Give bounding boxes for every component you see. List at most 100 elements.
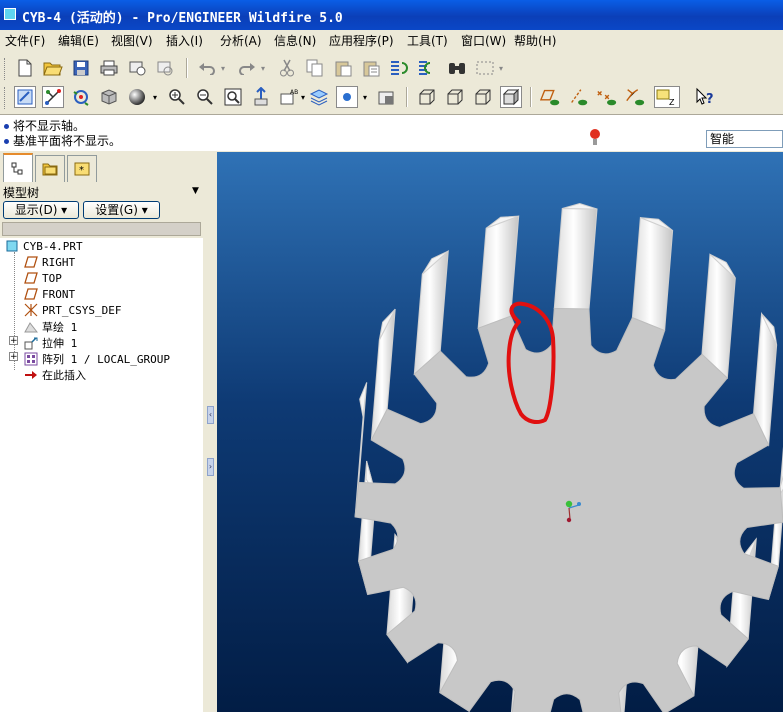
tree-item-label: RIGHT	[42, 255, 76, 269]
csys-display-icon[interactable]	[624, 86, 646, 108]
settings-button[interactable]: 设置(G) ▾	[83, 201, 160, 219]
gear-model	[354, 202, 783, 712]
svg-text:*: *	[79, 165, 84, 176]
tree-item-part[interactable]: CYB-4.PRT	[5, 239, 83, 253]
menu-window[interactable]: 窗口(W)	[461, 32, 506, 49]
display-style-icon[interactable]	[376, 86, 398, 108]
selection-dropdown-icon[interactable]: ▾	[496, 57, 506, 79]
paste-special-icon[interactable]	[360, 57, 382, 79]
paste-icon[interactable]	[332, 57, 354, 79]
model-tree-icon	[11, 162, 23, 174]
menu-edit[interactable]: 编辑(E)	[58, 32, 99, 49]
saved-views-icon[interactable]	[98, 86, 120, 108]
tree-item-insert-here[interactable]: 在此插入	[24, 367, 86, 383]
standard-toolbar: ▾ ▾ ▾	[0, 54, 783, 84]
send-email-icon[interactable]	[126, 57, 148, 79]
menu-info[interactable]: 信息(N)	[274, 32, 316, 49]
tree-item-top[interactable]: TOP	[24, 271, 62, 285]
refit-icon[interactable]	[222, 86, 244, 108]
datum-display-dropdown-icon[interactable]: ▾	[360, 86, 370, 108]
csys-icon	[24, 303, 38, 317]
redo-dropdown-icon[interactable]: ▾	[258, 57, 268, 79]
layers-display-icon[interactable]: AB	[278, 86, 300, 108]
selection-box-icon[interactable]	[474, 57, 496, 79]
menu-applications[interactable]: 应用程序(P)	[329, 32, 394, 49]
expand-toggle[interactable]: +	[9, 352, 18, 362]
model-tree-title: 模型树	[3, 186, 40, 200]
save-icon[interactable]	[70, 57, 92, 79]
insert-here-arrow-icon	[24, 368, 38, 382]
extrude-icon	[24, 336, 38, 350]
reorient-icon[interactable]	[250, 86, 272, 108]
status-light-icon	[590, 129, 600, 145]
menu-help[interactable]: 帮助(H)	[514, 32, 556, 49]
zoom-out-icon[interactable]	[194, 86, 216, 108]
spin-center-icon[interactable]	[42, 86, 64, 108]
annotation-dropdown-icon[interactable]: ▾	[298, 86, 308, 108]
toolbar-grip[interactable]	[4, 87, 8, 109]
point-display-icon[interactable]	[596, 86, 618, 108]
print-icon[interactable]	[98, 57, 120, 79]
axis-display-icon[interactable]	[568, 86, 590, 108]
graphics-window[interactable]	[217, 152, 783, 712]
tree-item-pattern[interactable]: 阵列 1 / LOCAL_GROUP	[24, 351, 170, 367]
tab-folder-browser[interactable]	[35, 155, 65, 182]
tree-item-sketch[interactable]: 草绘 1	[24, 319, 77, 335]
plane-display-icon[interactable]	[540, 86, 562, 108]
toolbar-grip[interactable]	[4, 58, 8, 80]
zoom-in-icon[interactable]	[166, 86, 188, 108]
menu-file[interactable]: 文件(F)	[5, 32, 45, 49]
menu-analysis[interactable]: 分析(A)	[220, 32, 262, 49]
panel-splitter[interactable]: ‹ ›	[205, 152, 217, 712]
message-area: 将不显示轴。 基准平面将不显示。	[0, 114, 783, 151]
navigator-panel: * 模型树 ▼ 显示(D) ▾ 设置(G) ▾ CYB-4.PRT RIGHT …	[0, 152, 206, 712]
app-icon	[4, 8, 16, 20]
find-binoculars-icon[interactable]	[446, 57, 468, 79]
shading-icon[interactable]	[500, 86, 522, 108]
appearance-sphere-icon[interactable]	[126, 86, 148, 108]
layers-icon[interactable]	[308, 86, 330, 108]
wireframe-icon[interactable]	[416, 86, 438, 108]
redraw-icon[interactable]	[14, 86, 36, 108]
expand-right-icon[interactable]: ›	[207, 458, 214, 476]
tree-item-label: 阵列 1 / LOCAL_GROUP	[42, 353, 170, 366]
tab-model-tree[interactable]	[3, 153, 33, 182]
open-folder-icon[interactable]	[42, 57, 64, 79]
new-file-icon[interactable]	[14, 57, 36, 79]
tree-item-front[interactable]: FRONT	[24, 287, 75, 301]
menu-insert[interactable]: 插入(I)	[166, 32, 203, 49]
collapse-left-icon[interactable]: ‹	[207, 406, 214, 424]
tree-item-right[interactable]: RIGHT	[24, 255, 75, 269]
menu-tools[interactable]: 工具(T)	[407, 32, 448, 49]
show-button[interactable]: 显示(D) ▾	[3, 201, 79, 219]
tree-item-label: CYB-4.PRT	[23, 239, 83, 253]
send-link-icon[interactable]	[154, 57, 176, 79]
tab-favorites[interactable]: *	[67, 155, 97, 182]
regenerate-icon[interactable]	[388, 57, 410, 79]
undo-dropdown-icon[interactable]: ▾	[218, 57, 228, 79]
orient-mode-icon[interactable]	[70, 86, 92, 108]
undo-icon[interactable]	[196, 57, 218, 79]
context-help-icon[interactable]: ?	[694, 86, 716, 108]
selection-filter[interactable]: 智能	[706, 130, 783, 148]
svg-text:?: ?	[706, 92, 714, 107]
expand-toggle[interactable]: +	[9, 336, 18, 346]
no-hidden-icon[interactable]	[472, 86, 494, 108]
datum-plane-icon	[24, 255, 38, 269]
regeneration-manager-icon[interactable]	[416, 57, 438, 79]
tree-item-csys[interactable]: PRT_CSYS_DEF	[24, 303, 121, 317]
cut-icon[interactable]	[276, 57, 298, 79]
datum-plane-icon	[24, 271, 38, 285]
appearance-dropdown-icon[interactable]: ▾	[150, 86, 160, 108]
menu-bar: 文件(F) 编辑(E) 视图(V) 插入(I) 分析(A) 信息(N) 应用程序…	[0, 30, 783, 50]
datum-display-icon[interactable]	[336, 86, 358, 108]
redo-icon[interactable]	[236, 57, 258, 79]
model-tree-menu-arrow[interactable]: ▼	[192, 186, 199, 196]
copy-icon[interactable]	[304, 57, 326, 79]
tree-item-label: PRT_CSYS_DEF	[42, 303, 122, 317]
menu-view[interactable]: 视图(V)	[111, 32, 153, 49]
hidden-line-icon[interactable]	[444, 86, 466, 108]
tree-item-extrude[interactable]: 拉伸 1	[24, 335, 77, 351]
annotation-display-icon[interactable]: Z	[654, 86, 680, 108]
tree-item-label: 草绘 1	[42, 321, 78, 334]
